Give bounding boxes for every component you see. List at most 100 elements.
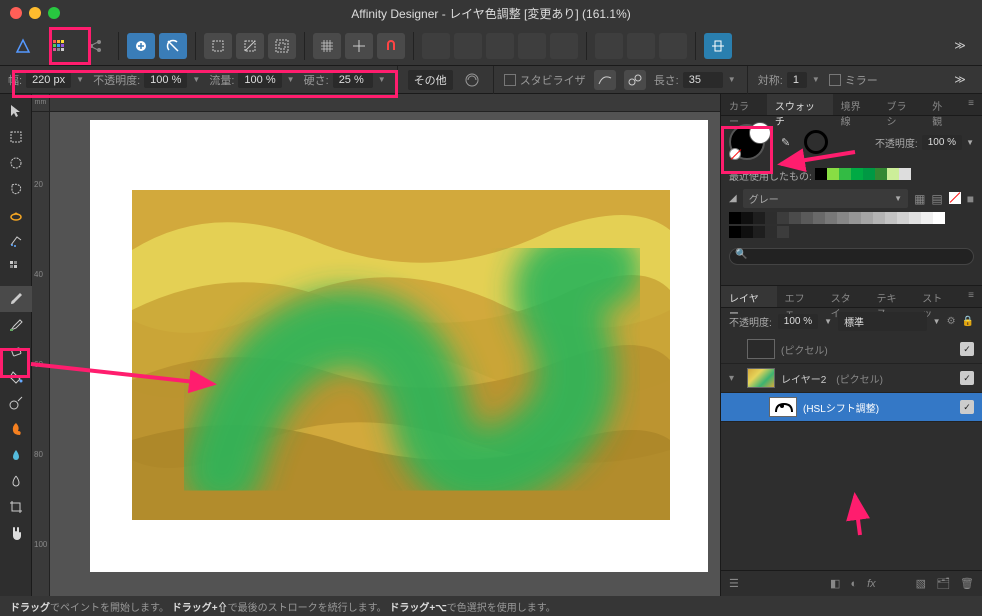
chevron-down-icon[interactable]: ▼	[75, 75, 85, 85]
tab-stroke[interactable]: 境界線	[833, 94, 879, 115]
brush-width-field[interactable]: 幅: 220 px ▼	[8, 72, 85, 88]
layer-thumbnail[interactable]	[747, 368, 775, 388]
palette-swatch[interactable]	[789, 212, 801, 224]
invert-selection-button[interactable]	[268, 33, 296, 59]
grid-small-icon[interactable]: ▦	[914, 192, 925, 206]
disclosure-triangle-icon[interactable]: ▾	[729, 373, 741, 384]
palette-swatch[interactable]	[873, 212, 885, 224]
palette-swatch[interactable]	[921, 212, 933, 224]
tab-stock[interactable]: ストッ	[914, 286, 960, 307]
arrange-4-button[interactable]	[518, 33, 546, 59]
minimize-window-button[interactable]	[29, 7, 41, 19]
blend-mode-dropdown[interactable]: 標準	[838, 312, 927, 331]
persona-export-button[interactable]	[80, 32, 110, 60]
recent-swatch[interactable]	[827, 168, 839, 180]
fx-icon[interactable]: fx	[867, 578, 876, 590]
layer-name[interactable]: (HSLシフト調整)	[803, 400, 879, 415]
mask-icon[interactable]: ◧	[830, 577, 840, 590]
dodge-tool[interactable]	[0, 390, 32, 416]
tab-text[interactable]: テキス	[869, 286, 915, 307]
align-2-button[interactable]	[627, 33, 655, 59]
recent-swatch[interactable]	[863, 168, 875, 180]
canvas-area[interactable]: mm 20 40 60 80 100	[32, 94, 720, 596]
stabilizer-mode-rope-button[interactable]	[594, 70, 616, 90]
swatch-opacity-field[interactable]: 不透明度: 100 % ▼	[875, 135, 974, 150]
ellipse-marquee-tool[interactable]	[0, 150, 32, 176]
blur-tool[interactable]	[0, 468, 32, 494]
no-color-indicator[interactable]	[729, 148, 741, 160]
palette-swatch[interactable]	[741, 212, 753, 224]
layer-visibility-checkbox[interactable]: ✓	[960, 400, 974, 414]
snapping-options-button[interactable]	[345, 33, 373, 59]
swatch-search-input[interactable]	[729, 248, 974, 265]
snapping-toggle-button[interactable]	[377, 33, 405, 59]
artboard[interactable]	[90, 120, 708, 572]
arrange-1-button[interactable]	[422, 33, 450, 59]
layer-thumbnail[interactable]	[747, 339, 775, 359]
palette-swatch[interactable]	[765, 212, 777, 224]
layer-name[interactable]: (ピクセル)	[781, 342, 828, 357]
tab-layers[interactable]: レイヤー	[721, 286, 777, 307]
recent-swatch[interactable]	[851, 168, 863, 180]
primary-color-well[interactable]	[729, 124, 765, 160]
palette-swatch[interactable]	[777, 212, 789, 224]
tab-appearance[interactable]: 外観	[924, 94, 960, 115]
arrange-5-button[interactable]	[550, 33, 578, 59]
palette-swatch[interactable]	[885, 212, 897, 224]
no-fill-swatch[interactable]	[949, 192, 961, 204]
tab-brushes[interactable]: ブラシ	[879, 94, 925, 115]
burn-tool[interactable]	[0, 416, 32, 442]
palette-swatch[interactable]	[897, 212, 909, 224]
add-layer-button[interactable]	[127, 33, 155, 59]
chevron-down-icon[interactable]: ▼	[286, 75, 296, 85]
chevron-down-icon[interactable]: ▼	[933, 317, 941, 326]
recent-swatch[interactable]	[899, 168, 911, 180]
palette-swatch[interactable]	[765, 226, 777, 238]
brush-opacity-field[interactable]: 不透明度: 100 % ▼	[93, 72, 201, 88]
gear-icon[interactable]: ⚙	[947, 316, 956, 327]
eyedropper-icon[interactable]: ✎	[781, 136, 790, 149]
force-pressure-button[interactable]	[461, 70, 483, 90]
recent-swatch[interactable]	[815, 168, 827, 180]
layer-row[interactable]: (ピクセル) ✓	[721, 335, 982, 364]
close-window-button[interactable]	[10, 7, 22, 19]
selection-brush-tool[interactable]	[0, 202, 32, 228]
add-pixel-layer-icon[interactable]: ▧	[916, 577, 926, 590]
palette-swatch[interactable]	[909, 212, 921, 224]
palette-type-icon[interactable]: ◢	[729, 193, 737, 204]
maximize-window-button[interactable]	[48, 7, 60, 19]
palette-swatch[interactable]	[837, 212, 849, 224]
select-all-button[interactable]	[204, 33, 232, 59]
palette-swatch[interactable]	[813, 212, 825, 224]
layer-row[interactable]: ▾ レイヤー2 (ピクセル) ✓	[721, 364, 982, 393]
align-center-button[interactable]	[704, 33, 732, 59]
quick-mask-button[interactable]	[159, 33, 187, 59]
chevron-down-icon[interactable]: ▼	[727, 75, 737, 85]
layer-row[interactable]: (HSLシフト調整) ✓	[721, 393, 982, 422]
flood-select-tool[interactable]	[0, 228, 32, 254]
layer-visibility-checkbox[interactable]: ✓	[960, 342, 974, 356]
layer-thumbnail[interactable]	[769, 397, 797, 417]
smudge-tool[interactable]	[0, 442, 32, 468]
align-3-button[interactable]	[659, 33, 687, 59]
secondary-color-well[interactable]	[749, 122, 771, 144]
arrange-2-button[interactable]	[454, 33, 482, 59]
palette-swatch[interactable]	[729, 212, 741, 224]
chevron-down-icon[interactable]: ▼	[377, 75, 387, 85]
chevron-down-icon[interactable]: ▼	[811, 75, 821, 85]
add-swatch-icon[interactable]: ■	[967, 192, 974, 206]
stroke-color-well[interactable]	[804, 130, 828, 154]
erase-tool[interactable]	[0, 338, 32, 364]
stabilizer-checkbox[interactable]: スタビライザ	[504, 72, 586, 88]
tab-effects[interactable]: エフェ	[777, 286, 823, 307]
brush-hardness-field[interactable]: 硬さ: 25 % ▼	[304, 72, 387, 88]
layers-stack-icon[interactable]: ☰	[729, 577, 739, 590]
palette-swatch[interactable]	[825, 212, 837, 224]
adjustment-icon[interactable]: ◐	[850, 578, 857, 590]
paint-brush-tool[interactable]	[0, 286, 32, 312]
palette-swatch[interactable]	[861, 212, 873, 224]
palette-swatch[interactable]	[933, 212, 945, 224]
chevron-down-icon[interactable]: ▼	[824, 317, 832, 326]
move-tool[interactable]	[0, 98, 32, 124]
view-tool[interactable]	[0, 520, 32, 546]
